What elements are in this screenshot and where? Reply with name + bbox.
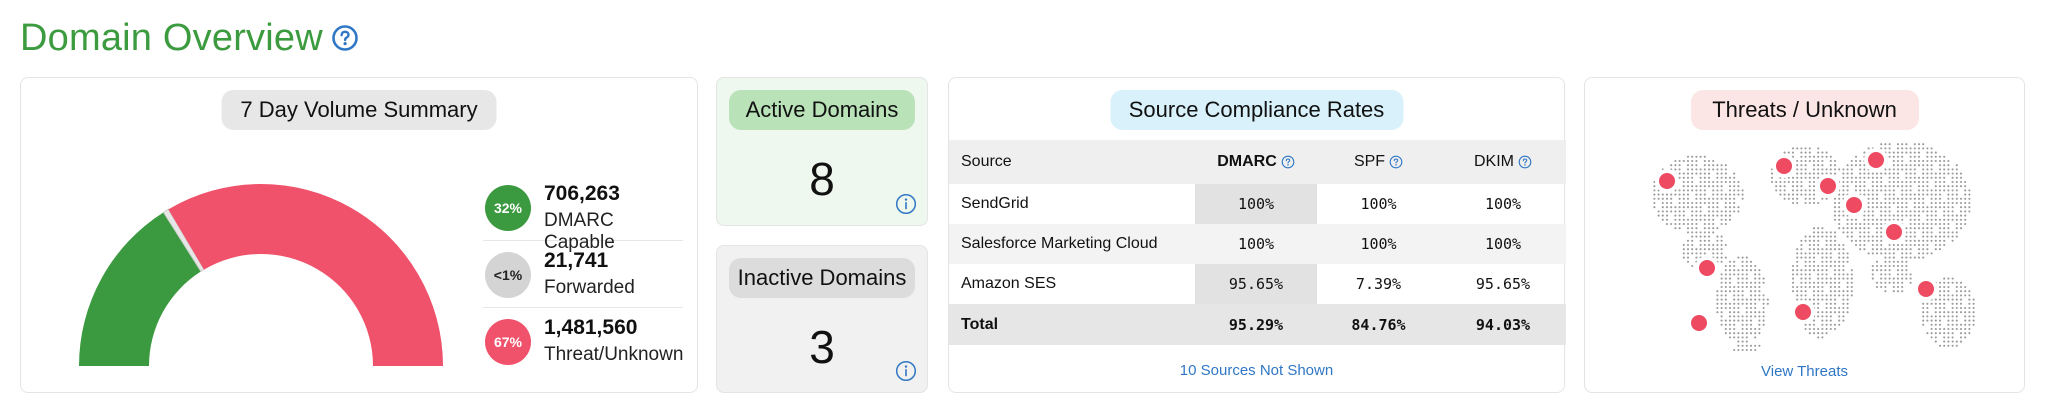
source-compliance-card: Source Compliance Rates Source DMARC SPF… bbox=[948, 77, 1566, 393]
active-domains-title: Active Domains bbox=[729, 90, 915, 130]
world-map bbox=[1653, 143, 1975, 352]
info-icon[interactable] bbox=[895, 360, 917, 382]
threat-marker[interactable] bbox=[1886, 224, 1902, 240]
source-name: Amazon SES bbox=[961, 275, 1057, 292]
inactive-domains-card[interactable]: Inactive Domains 3 bbox=[716, 245, 928, 393]
page-title: Domain Overview bbox=[20, 16, 323, 59]
spf-rate: 100% bbox=[1360, 195, 1397, 213]
threat-marker[interactable] bbox=[1918, 281, 1934, 297]
threat-marker[interactable] bbox=[1776, 158, 1792, 174]
volume-summary-card: 7 Day Volume Summary 32% 706,263 DMARC C… bbox=[20, 77, 698, 393]
threats-card: Threats / Unknown View Threats bbox=[1584, 77, 2025, 393]
legend-value: 1,481,560 bbox=[544, 316, 638, 339]
dmarc-rate: 100% bbox=[1195, 184, 1317, 224]
threat-marker[interactable] bbox=[1699, 260, 1715, 276]
source-name: Salesforce Marketing Cloud bbox=[949, 224, 1195, 264]
table-header-row: Source DMARC SPF DKIM bbox=[949, 140, 1566, 184]
table-total-row: Total 95.29% 84.76% 94.03% bbox=[949, 304, 1566, 345]
dkim-rate: 100% bbox=[1440, 224, 1566, 264]
inactive-domains-title: Inactive Domains bbox=[729, 258, 915, 298]
percent-badge: 67% bbox=[485, 319, 531, 365]
threats-title: Threats / Unknown bbox=[1690, 90, 1919, 130]
dmarc-rate: 95.65% bbox=[1195, 264, 1317, 304]
table-row[interactable]: Amazon SES 95.65% 7.39% 95.65% bbox=[949, 264, 1566, 304]
volume-legend: 32% 706,263 DMARC Capable <1% 21,741 For… bbox=[483, 174, 683, 375]
total-dkim-rate: 94.03% bbox=[1440, 304, 1566, 345]
threat-marker[interactable] bbox=[1659, 173, 1675, 189]
dkim-rate: 95.65% bbox=[1475, 275, 1531, 293]
threat-marker[interactable] bbox=[1795, 304, 1811, 320]
view-threats-link[interactable]: View Threats bbox=[1585, 363, 2024, 380]
question-circle-icon[interactable] bbox=[1281, 155, 1295, 169]
column-header-dkim[interactable]: DKIM bbox=[1440, 140, 1566, 184]
table-row[interactable]: SendGrid 100% 100% 100% bbox=[949, 184, 1566, 224]
threat-marker[interactable] bbox=[1691, 315, 1707, 331]
spf-rate: 7.39% bbox=[1355, 275, 1402, 293]
source-compliance-title: Source Compliance Rates bbox=[1110, 90, 1403, 130]
total-label: Total bbox=[949, 304, 1195, 345]
page-header: Domain Overview bbox=[20, 12, 359, 64]
legend-item-dmarc-capable: 32% 706,263 DMARC Capable bbox=[483, 174, 683, 253]
question-circle-icon[interactable] bbox=[331, 24, 359, 52]
dmarc-rate: 100% bbox=[1195, 224, 1317, 264]
volume-gauge bbox=[79, 184, 443, 366]
sources-not-shown-link[interactable]: 10 Sources Not Shown bbox=[949, 362, 1564, 379]
column-header-dmarc[interactable]: DMARC bbox=[1195, 140, 1317, 184]
volume-summary-title: 7 Day Volume Summary bbox=[221, 90, 497, 130]
active-domains-card[interactable]: Active Domains 8 bbox=[716, 77, 928, 226]
percent-badge: <1% bbox=[485, 252, 531, 298]
legend-value: 706,263 bbox=[544, 182, 620, 205]
legend-label: Forwarded bbox=[544, 277, 635, 298]
spf-rate: 100% bbox=[1317, 224, 1440, 264]
legend-item-forwarded: <1% 21,741 Forwarded bbox=[483, 241, 683, 308]
column-header-source: Source bbox=[949, 140, 1195, 184]
legend-value: 21,741 bbox=[544, 249, 609, 272]
table-row[interactable]: Salesforce Marketing Cloud 100% 100% 100… bbox=[949, 224, 1566, 264]
question-circle-icon[interactable] bbox=[1518, 155, 1532, 169]
percent-badge: 32% bbox=[485, 185, 531, 231]
total-spf-rate: 84.76% bbox=[1317, 304, 1440, 345]
total-dmarc-rate: 95.29% bbox=[1195, 304, 1317, 345]
legend-label: Threat/Unknown bbox=[544, 344, 684, 365]
gauge-segment-threat-unknown bbox=[168, 184, 443, 366]
legend-item-threat-unknown: 67% 1,481,560 Threat/Unknown bbox=[483, 308, 683, 375]
compliance-table: Source DMARC SPF DKIM SendGrid 100% 100%… bbox=[949, 140, 1566, 345]
threat-marker[interactable] bbox=[1820, 178, 1836, 194]
source-name: SendGrid bbox=[961, 195, 1029, 212]
column-header-spf[interactable]: SPF bbox=[1317, 140, 1440, 184]
dkim-rate: 100% bbox=[1484, 195, 1522, 213]
question-circle-icon[interactable] bbox=[1389, 155, 1403, 169]
threat-marker[interactable] bbox=[1846, 197, 1862, 213]
threat-marker[interactable] bbox=[1868, 152, 1884, 168]
info-icon[interactable] bbox=[895, 193, 917, 215]
